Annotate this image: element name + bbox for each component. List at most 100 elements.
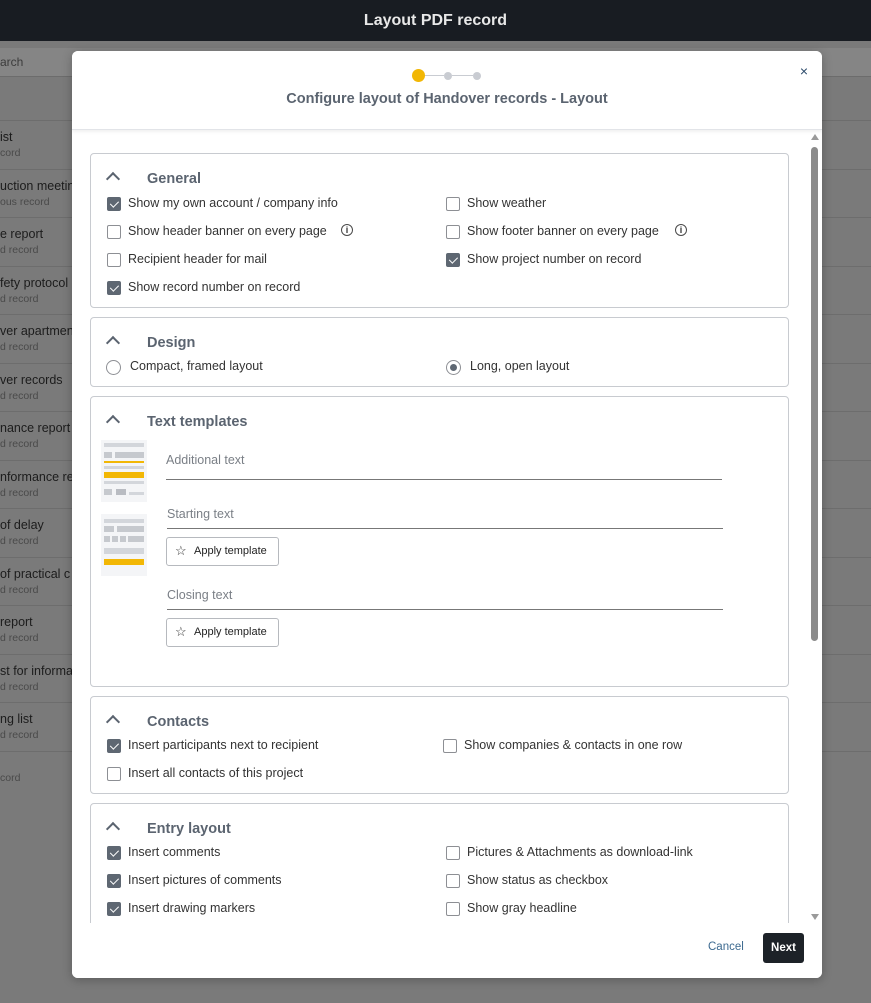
section-text-templates: Text templates Additional text Starting …	[90, 396, 789, 687]
dialog-content[interactable]: General Show my own account / company in…	[72, 130, 822, 923]
list-item-subtitle: cord	[0, 147, 21, 159]
step-indicator	[412, 69, 484, 82]
checkbox[interactable]	[107, 874, 121, 888]
list-item-title: of delay	[0, 518, 44, 532]
option-label: Show weather	[467, 196, 547, 210]
checkbox[interactable]	[443, 739, 457, 753]
layout-preview-thumbnail	[101, 514, 147, 576]
apply-template-button[interactable]: ☆ Apply template	[166, 618, 279, 647]
background-search-placeholder: arch	[0, 55, 24, 69]
info-icon[interactable]: i	[675, 224, 687, 236]
info-icon[interactable]: i	[341, 224, 353, 236]
cancel-button[interactable]: Cancel	[708, 941, 744, 953]
section-general: General Show my own account / company in…	[90, 153, 789, 308]
chevron-up-icon[interactable]	[105, 714, 121, 730]
button-label: Apply template	[194, 545, 267, 557]
option-label: Show status as checkbox	[467, 873, 609, 887]
additional-text-field[interactable]: Additional text	[166, 453, 722, 480]
list-item-title: ist	[0, 130, 13, 144]
scrollbar[interactable]	[809, 134, 821, 924]
checkbox[interactable]	[107, 739, 121, 753]
list-item-title: uction meeting	[0, 178, 82, 193]
step-2-dot	[444, 72, 452, 80]
scroll-up-arrow-icon[interactable]	[811, 134, 819, 140]
list-item-subtitle: d record	[0, 583, 39, 596]
option-label: Compact, framed layout	[130, 359, 263, 373]
scroll-down-arrow-icon[interactable]	[811, 914, 819, 920]
list-item-subtitle: d record	[0, 486, 39, 499]
close-icon[interactable]: ×	[800, 63, 808, 79]
checkbox[interactable]	[446, 874, 460, 888]
chevron-up-icon[interactable]	[105, 821, 121, 837]
radio-button[interactable]	[106, 360, 121, 375]
step-connector	[452, 75, 473, 76]
list-item-subtitle: d record	[0, 244, 39, 256]
chevron-up-icon[interactable]	[105, 171, 121, 187]
starting-text-field[interactable]: Starting text	[167, 502, 723, 529]
scrollbar-thumb[interactable]	[811, 147, 818, 641]
section-title: Design	[147, 335, 196, 351]
list-item-subtitle: d record	[0, 632, 39, 644]
section-title: Entry layout	[147, 821, 231, 837]
option-label: Show gray headline	[467, 901, 577, 915]
field-label: Starting text	[167, 507, 234, 521]
list-item-title: of practical c	[0, 566, 71, 581]
option-label: Show footer banner on every page	[467, 224, 659, 238]
list-item-title: ver apartment	[0, 324, 78, 338]
chevron-up-icon[interactable]	[105, 414, 121, 430]
step-1-dot	[412, 69, 425, 82]
list-item-subtitle: d record	[0, 729, 39, 741]
apply-template-button[interactable]: ☆ Apply template	[166, 537, 279, 566]
option-label: Show project number on record	[467, 252, 642, 266]
checkbox[interactable]	[446, 197, 460, 211]
radio-button[interactable]	[446, 360, 461, 375]
option-label: Insert drawing markers	[128, 901, 256, 915]
option-label: Long, open layout	[470, 359, 570, 373]
app-title: Layout PDF record	[0, 0, 871, 41]
list-item-subtitle: cord	[0, 771, 21, 784]
button-label: Apply template	[194, 626, 267, 638]
list-item-subtitle: d record	[0, 535, 39, 547]
checkbox[interactable]	[446, 846, 460, 860]
list-item-title: st for informa	[0, 663, 73, 678]
option-label: Show record number on record	[128, 280, 301, 294]
checkbox[interactable]	[107, 281, 121, 295]
option-label: Insert comments	[128, 845, 221, 859]
checkbox[interactable]	[446, 902, 460, 916]
chevron-up-icon[interactable]	[105, 335, 121, 351]
section-title: General	[147, 171, 201, 187]
field-label: Closing text	[167, 588, 233, 602]
checkbox[interactable]	[107, 225, 121, 239]
checkbox[interactable]	[107, 253, 121, 267]
star-icon: ☆	[175, 543, 187, 558]
option-label: Insert all contacts of this project	[128, 766, 304, 780]
checkbox[interactable]	[107, 846, 121, 860]
layout-dialog: Configure layout of Handover records - L…	[72, 51, 822, 978]
option-label: Recipient header for mail	[128, 252, 267, 266]
list-item-title: nformance re	[0, 469, 74, 484]
checkbox[interactable]	[446, 253, 460, 267]
list-item-subtitle: ous record	[0, 195, 50, 208]
list-item-title: fety protocol	[0, 275, 69, 290]
checkbox[interactable]	[107, 902, 121, 916]
option-label: Pictures & Attachments as download-link	[467, 845, 693, 859]
star-icon: ☆	[175, 624, 187, 639]
field-label: Additional text	[166, 453, 245, 467]
section-title: Contacts	[147, 714, 210, 730]
list-item-subtitle: d record	[0, 680, 39, 693]
list-item-subtitle: d record	[0, 438, 39, 450]
option-label: Show header banner on every page	[128, 224, 327, 238]
list-item-subtitle: d record	[0, 341, 39, 353]
section-design: Design Compact, framed layout Long, open…	[90, 317, 789, 387]
checkbox[interactable]	[446, 225, 460, 239]
list-item-subtitle: d record	[0, 389, 39, 402]
list-item-title: nance report	[0, 421, 71, 435]
checkbox[interactable]	[107, 767, 121, 781]
closing-text-field[interactable]: Closing text	[167, 583, 723, 610]
section-contacts: Contacts Insert participants next to rec…	[90, 696, 789, 794]
layout-preview-thumbnail	[101, 440, 147, 502]
dialog-title: Configure layout of Handover records - L…	[286, 91, 608, 107]
option-label: Show my own account / company info	[128, 196, 338, 210]
next-button[interactable]: Next	[763, 933, 804, 963]
checkbox[interactable]	[107, 197, 121, 211]
